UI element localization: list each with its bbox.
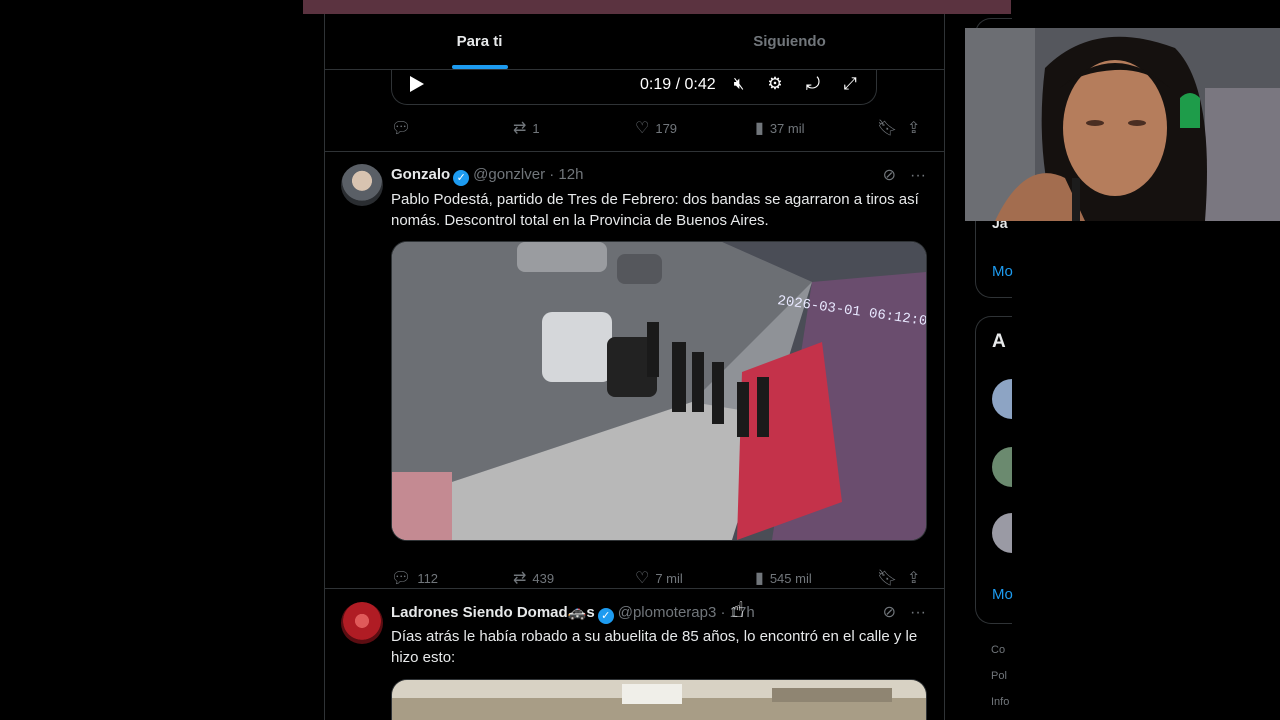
suggested-avatar[interactable] [992, 513, 1012, 553]
fullscreen-icon[interactable]: ⤢ [839, 74, 861, 94]
post-header: Ladrones Siendo Domad🚓s ✓ @plomoterap3 · 1… [391, 603, 755, 624]
footer-link[interactable]: Co [991, 644, 1005, 656]
active-tab-indicator [451, 65, 508, 69]
tab-label: Para ti [456, 33, 503, 50]
tab-siguiendo[interactable]: Siguiendo [635, 14, 944, 69]
cctv-video-frame: 2026-03-01 06:12:09 [392, 242, 926, 540]
timeline-feed: Para ti Siguiendo 0:19 / 0:42 🔇︎ ⚙︎ ⤾ ⤢ … [324, 14, 945, 720]
share-icon: ⇪ [907, 120, 921, 137]
post-top-icons: ⊘ ··· [883, 165, 926, 185]
video-controls: 0:19 / 0:42 🔇︎ ⚙︎ ⤾ ⤢ [391, 70, 877, 105]
grok-icon[interactable]: ⊘ [883, 167, 896, 184]
mute-icon[interactable]: 🔇︎ [728, 74, 750, 94]
repost-icon: ⇄ [513, 120, 527, 137]
footer-link[interactable]: Pol [991, 670, 1007, 682]
post-video[interactable]: 2026-03-01 06:12:09 [391, 241, 927, 541]
streamer-camera-image [965, 28, 1280, 221]
media-image [392, 680, 926, 720]
views-button[interactable]: ▮ 545 mil [755, 568, 812, 588]
views-icon: ▮ [755, 120, 764, 137]
share-button[interactable]: ⇪ [907, 568, 920, 588]
grok-icon[interactable]: ⊘ [883, 604, 896, 621]
heart-icon: ♡ [635, 570, 650, 587]
post-ladrones[interactable]: Ladrones Siendo Domad🚓s ✓ @plomoterap3 · 1… [325, 589, 944, 720]
settings-icon[interactable]: ⚙︎ [764, 74, 786, 94]
avatar[interactable] [341, 602, 383, 644]
mouse-pointer-icon: ☝︎ [731, 597, 745, 622]
verified-badge-icon: ✓ [453, 170, 470, 186]
repost-button[interactable]: ⇄ 439 [513, 568, 554, 588]
views-button[interactable]: ▮ 37 mil [755, 118, 805, 138]
show-more-link[interactable]: Mo [992, 586, 1013, 603]
more-icon[interactable]: ··· [910, 604, 926, 621]
show-more-link[interactable]: Mo [992, 263, 1013, 280]
like-button[interactable]: ♡ 7 mil [635, 568, 683, 588]
post-top-icons: ⊘ ··· [883, 602, 926, 622]
bookmark-icon: 🔖︎ [877, 120, 898, 137]
author-handle[interactable]: @gonzlver · 12h [473, 166, 583, 183]
video-time: 0:19 / 0:42 [640, 76, 716, 93]
play-icon[interactable] [410, 76, 424, 92]
bookmark-button[interactable]: 🔖︎ [877, 568, 897, 588]
views-icon: ▮ [755, 570, 764, 587]
reply-button[interactable]: 💬︎ [391, 118, 417, 138]
repost-button[interactable]: ⇄ 1 [513, 118, 540, 138]
bookmark-icon: 🔖︎ [877, 570, 898, 587]
post-text: Días atrás le había robado a su abuelita… [391, 628, 918, 666]
top-color-bar [303, 0, 1011, 14]
like-button[interactable]: ♡ 179 [635, 118, 677, 138]
footer-link[interactable]: Info [991, 696, 1009, 708]
bookmark-button[interactable]: 🔖︎ [877, 118, 897, 138]
reply-button[interactable]: 💬︎ 112 [391, 568, 438, 588]
webcam-overlay [965, 28, 1280, 221]
reply-icon: 💬︎ [391, 120, 412, 137]
verified-badge-icon: ✓ [597, 608, 614, 624]
more-icon[interactable]: ··· [910, 167, 926, 184]
sidebar-heading: A [992, 331, 1006, 352]
suggested-avatar[interactable] [992, 447, 1012, 487]
author-handle[interactable]: @plomoterap3 [618, 604, 717, 621]
post-header: Gonzalo ✓ @gonzlver · 12h [391, 166, 583, 186]
heart-icon: ♡ [635, 120, 650, 137]
tab-para-ti[interactable]: Para ti [325, 14, 634, 69]
share-button[interactable]: ⇪ [907, 118, 920, 138]
post-actions: 💬︎ ⇄ 1 ♡ 179 ▮ 37 mil 🔖︎ ⇪ [391, 118, 925, 142]
post-gonzalo[interactable]: Gonzalo ✓ @gonzlver · 12h ⊘ ··· Pablo Podes… [325, 152, 944, 588]
reply-icon: 💬︎ [391, 570, 412, 587]
tab-label: Siguiendo [753, 33, 826, 50]
post-media[interactable] [391, 679, 927, 720]
sidebar-card-2: A Mo [975, 316, 1013, 624]
suggested-avatar[interactable] [992, 379, 1012, 419]
share-icon: ⇪ [907, 570, 921, 587]
rotate-icon[interactable]: ⤾ [802, 74, 824, 94]
avatar[interactable] [341, 164, 383, 206]
author-name[interactable]: Ladrones Siendo Domad🚓s [391, 604, 595, 621]
author-name[interactable]: Gonzalo [391, 166, 450, 183]
post-text: Pablo Podestá, partido de Tres de Febrer… [391, 191, 919, 229]
timeline-tabs: Para ti Siguiendo [325, 14, 944, 70]
repost-icon: ⇄ [513, 570, 527, 587]
